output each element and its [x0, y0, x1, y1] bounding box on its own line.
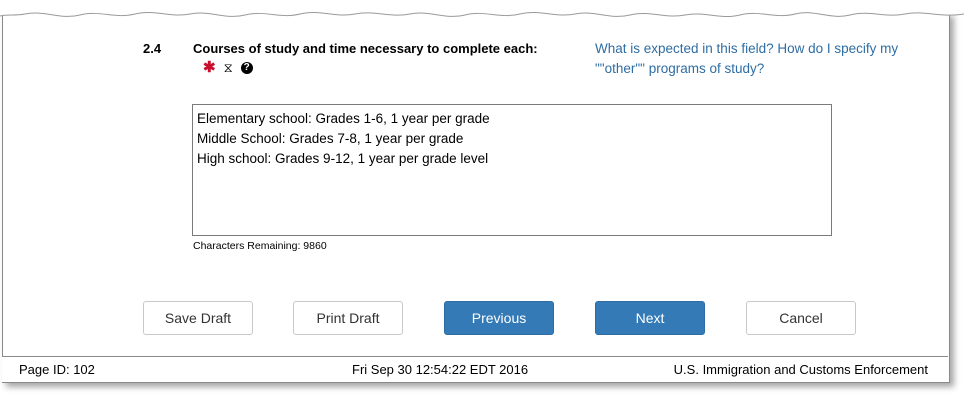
- next-button[interactable]: Next: [595, 301, 705, 335]
- characters-remaining: Characters Remaining: 9860: [193, 240, 327, 252]
- torn-edge: [0, 0, 964, 18]
- section-number: 2.4: [143, 41, 162, 56]
- save-draft-button[interactable]: Save Draft: [143, 301, 253, 335]
- hourglass-icon: ⧖: [223, 59, 233, 75]
- help-circle-icon[interactable]: ?: [240, 61, 253, 74]
- field-icons: ✱ ⧖ ?: [203, 60, 253, 75]
- help-link[interactable]: What is expected in this field? How do I…: [595, 39, 925, 79]
- previous-button[interactable]: Previous: [444, 301, 554, 335]
- section-title: Courses of study and time necessary to c…: [193, 41, 538, 56]
- courses-textarea[interactable]: Elementary school: Grades 1-6, 1 year pe…: [192, 104, 832, 236]
- cancel-button[interactable]: Cancel: [746, 301, 856, 335]
- timestamp: Fri Sep 30 12:54:22 EDT 2016: [352, 362, 529, 377]
- agency-name: U.S. Immigration and Customs Enforcement: [673, 362, 928, 377]
- required-asterisk-icon: ✱: [203, 59, 216, 76]
- print-draft-button[interactable]: Print Draft: [293, 301, 403, 335]
- page-id: Page ID: 102: [19, 362, 95, 377]
- footer: Page ID: 102 Fri Sep 30 12:54:22 EDT 201…: [2, 356, 948, 382]
